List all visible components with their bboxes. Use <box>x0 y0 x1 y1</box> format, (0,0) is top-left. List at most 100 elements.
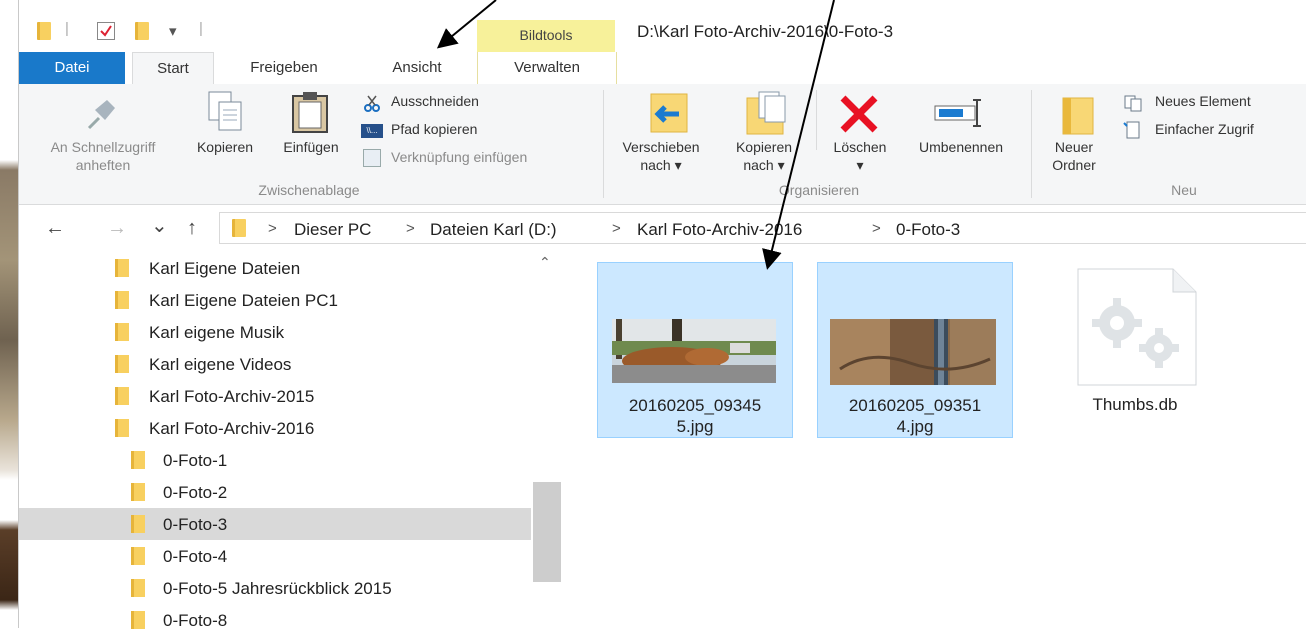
nav-item-label: 0-Foto-2 <box>163 483 228 502</box>
tab-freigeben[interactable]: Freigeben <box>229 52 339 84</box>
move-to-icon <box>645 90 691 136</box>
forward-button[interactable]: → <box>107 217 127 240</box>
folder-icon <box>131 611 145 629</box>
folder-icon <box>115 291 129 309</box>
folder-icon <box>115 355 129 373</box>
copy-to-button[interactable]: Kopieren nach ▾ <box>719 138 809 174</box>
move-to-label-1: Verschieben <box>622 139 700 155</box>
address-bar[interactable]: > Dieser PC > Dateien Karl (D:) > Karl F… <box>219 212 1306 244</box>
nav-item-label: 0-Foto-4 <box>163 547 228 566</box>
file-name-line-2: 5.jpg <box>676 417 714 436</box>
breadcrumb-foto-archiv-2016[interactable]: Karl Foto-Archiv-2016 <box>637 220 802 240</box>
move-to-label-2: nach ▾ <box>640 157 682 173</box>
delete-label-2: ▾ <box>856 157 864 173</box>
easy-access-button[interactable]: Einfacher Zugrif <box>1155 121 1254 137</box>
breadcrumb-separator[interactable]: > <box>406 220 415 237</box>
scissors-icon <box>363 94 381 112</box>
nav-item[interactable]: Karl Foto-Archiv-2016 <box>19 412 531 444</box>
folder-icon <box>131 547 145 565</box>
folder-icon <box>115 387 129 405</box>
breadcrumb-drive-d[interactable]: Dateien Karl (D:) <box>430 220 557 240</box>
nav-item-label: 0-Foto-1 <box>163 451 228 470</box>
tab-ansicht[interactable]: Ansicht <box>369 52 465 84</box>
breadcrumb-dieser-pc[interactable]: Dieser PC <box>294 220 371 240</box>
bildtools-label: Bildtools <box>519 27 573 43</box>
nav-item[interactable]: 0-Foto-5 Jahresrückblick 2015 <box>19 572 531 604</box>
delete-x-icon <box>837 94 881 134</box>
nav-item[interactable]: Karl eigene Videos <box>19 348 531 380</box>
address-folder-icon <box>232 219 246 242</box>
file-item[interactable]: 20160205_09351 4.jpg <box>817 262 1013 438</box>
file-name-line-2: 4.jpg <box>896 417 934 436</box>
folder-icon <box>115 419 129 437</box>
qat-divider-2: | <box>199 20 203 37</box>
qat-folder-icon[interactable] <box>37 22 51 44</box>
qat-new-folder-icon[interactable] <box>135 22 149 44</box>
group-label-organize: Organisieren <box>778 182 860 198</box>
new-item-button[interactable]: Neues Element <box>1155 93 1251 109</box>
breadcrumb-0-foto-3[interactable]: 0-Foto-3 <box>896 220 960 240</box>
copy-path-button[interactable]: Pfad kopieren <box>391 121 477 137</box>
file-item[interactable]: Thumbs.db <box>1037 262 1233 438</box>
file-item[interactable]: 20160205_09345 5.jpg <box>597 262 793 438</box>
scroll-thumb[interactable] <box>533 482 561 582</box>
move-to-button[interactable]: Verschieben nach ▾ <box>609 138 713 174</box>
new-folder-label-2: Ordner <box>1052 157 1096 173</box>
folder-icon <box>131 483 145 501</box>
paste-icon <box>289 90 333 134</box>
nav-item[interactable]: 0-Foto-1 <box>19 444 531 476</box>
file-name: Thumbs.db <box>1092 395 1178 414</box>
back-button[interactable]: ← <box>45 217 65 240</box>
folder-icon <box>131 515 145 533</box>
folder-icon <box>115 323 129 341</box>
nav-item[interactable]: 0-Foto-4 <box>19 540 531 572</box>
group-label-new: Neu <box>1171 182 1197 198</box>
nav-item[interactable]: Karl Eigene Dateien <box>19 252 531 284</box>
pin-quick-access-button[interactable]: An Schnellzugriff anheften <box>29 138 177 174</box>
folder-icon <box>131 579 145 597</box>
title-bar: | ▾ | Bildtools D:\Karl Foto-Archiv-2016… <box>19 0 1306 52</box>
cut-button[interactable]: Ausschneiden <box>391 93 479 109</box>
copy-icon <box>205 90 245 134</box>
system-file-gears-icon <box>1077 268 1197 386</box>
file-name: 20160205_09351 4.jpg <box>817 395 1013 437</box>
nav-item-label: 0-Foto-8 <box>163 611 228 630</box>
breadcrumb-separator[interactable]: > <box>268 220 277 237</box>
nav-item[interactable]: Karl Foto-Archiv-2015 <box>19 380 531 412</box>
up-button[interactable]: ↑ <box>187 217 197 240</box>
breadcrumb-separator[interactable]: > <box>872 220 881 237</box>
paste-button[interactable]: Einfügen <box>271 138 351 156</box>
rename-button[interactable]: Umbenennen <box>899 138 1023 156</box>
ribbon-separator <box>816 90 817 150</box>
qat-properties-checkbox-icon[interactable] <box>97 22 115 40</box>
copy-to-label-1: Kopieren <box>735 139 793 155</box>
file-name-line-1: 20160205_09351 <box>848 396 982 415</box>
copy-to-label-2: nach ▾ <box>743 157 785 173</box>
easy-access-icon <box>1123 120 1143 140</box>
qat-customize-dropdown[interactable]: ▾ <box>169 22 177 40</box>
nav-item[interactable]: 0-Foto-8 <box>19 604 531 636</box>
nav-item[interactable]: 0-Foto-2 <box>19 476 531 508</box>
scroll-up-button[interactable]: ⌃ <box>539 254 551 271</box>
group-label-clipboard: Zwischenablage <box>258 182 360 198</box>
tab-datei[interactable]: Datei <box>19 52 125 84</box>
new-folder-button[interactable]: Neuer Ordner <box>1039 138 1109 174</box>
copy-to-icon <box>743 90 789 136</box>
breadcrumb-separator[interactable]: > <box>612 220 621 237</box>
nav-item[interactable]: Karl Eigene Dateien PC1 <box>19 284 531 316</box>
pin-icon <box>81 94 121 134</box>
copy-button[interactable]: Kopieren <box>185 138 265 156</box>
explorer-window: | ▾ | Bildtools D:\Karl Foto-Archiv-2016… <box>18 0 1306 630</box>
nav-item-selected[interactable]: 0-Foto-3 <box>19 508 531 540</box>
nav-item[interactable]: Karl eigene Musik <box>19 316 531 348</box>
tab-verwalten[interactable]: Verwalten <box>477 52 617 84</box>
photo-thumbnail-icon <box>612 319 776 383</box>
nav-item-label: Karl Foto-Archiv-2015 <box>149 387 315 406</box>
paste-shortcut-button[interactable]: Verknüpfung einfügen <box>391 149 527 165</box>
recent-locations-button[interactable]: ⌄ <box>151 213 168 238</box>
delete-button[interactable]: Löschen ▾ <box>819 138 901 174</box>
navigation-pane: Karl Eigene Dateien Karl Eigene Dateien … <box>19 250 564 630</box>
tab-start[interactable]: Start <box>132 52 214 86</box>
new-item-icon <box>1123 94 1143 112</box>
nav-item-label: 0-Foto-3 <box>163 515 228 534</box>
